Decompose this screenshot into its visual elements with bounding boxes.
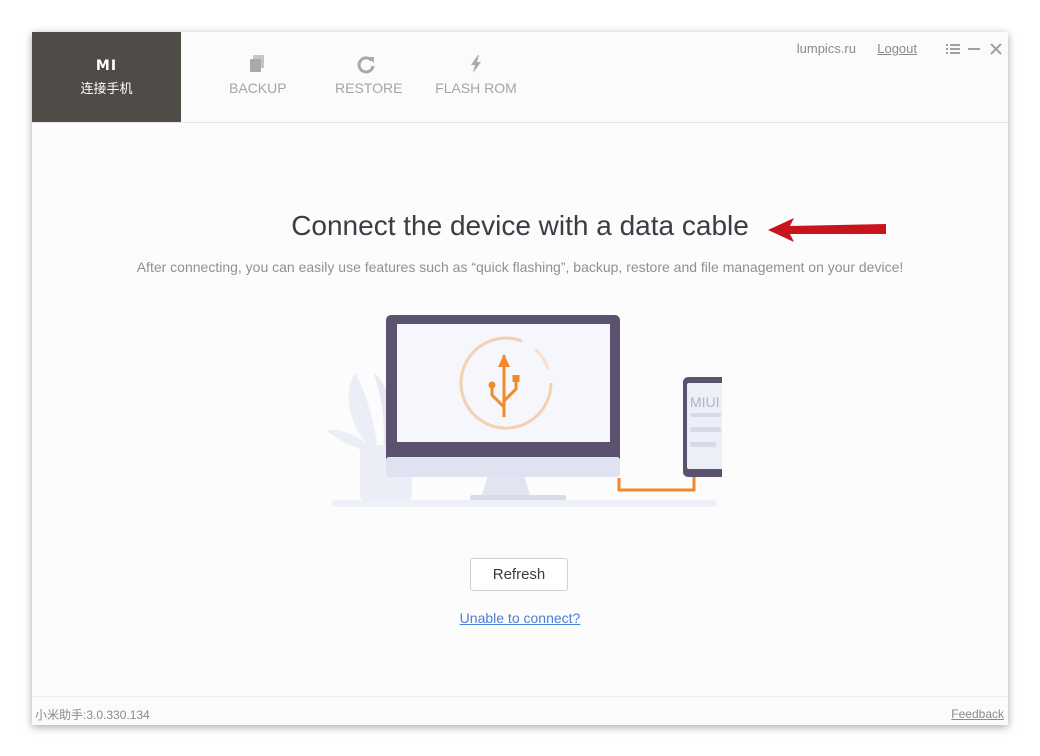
backup-icon	[229, 54, 285, 76]
tab-restore-label: RESTORE	[335, 80, 403, 96]
menu-icon[interactable]	[946, 42, 960, 58]
page-subtitle: After connecting, you can easily use fea…	[136, 259, 904, 275]
user-name: lumpics.ru	[796, 41, 856, 56]
phone-miui-label: MIUI	[690, 394, 720, 410]
tab-restore[interactable]: RESTORE	[335, 54, 402, 96]
feedback-link[interactable]: Feedback	[951, 707, 1004, 721]
tab-backup-label: BACKUP	[229, 80, 287, 96]
refresh-button[interactable]: Refresh	[470, 558, 568, 591]
tab-flash-rom-label: FLASH ROM	[435, 80, 517, 96]
logout-link[interactable]: Logout	[877, 41, 917, 56]
mi-logo: MI	[95, 58, 118, 74]
close-icon[interactable]	[990, 42, 1002, 58]
tab-connect-phone[interactable]: MI 连接手机	[32, 32, 181, 122]
red-arrow-annotation	[768, 218, 886, 242]
restore-icon	[335, 54, 397, 76]
unable-to-connect-link[interactable]: Unable to connect?	[32, 610, 1008, 626]
tab-backup[interactable]: BACKUP	[229, 54, 287, 96]
connect-cable-illustration: MIUI	[327, 315, 722, 507]
tab-flash-rom[interactable]: FLASH ROM	[435, 54, 517, 96]
status-bar: 小米助手:3.0.330.134 Feedback	[32, 696, 1008, 725]
app-window: MI 连接手机 BACKUP RESTORE FLASH ROM lumpics…	[32, 32, 1008, 725]
flash-icon	[435, 54, 517, 76]
top-bar: MI 连接手机 BACKUP RESTORE FLASH ROM lumpics…	[32, 32, 1008, 123]
tab-connect-phone-label: 连接手机	[80, 81, 133, 96]
minimize-icon[interactable]	[968, 42, 980, 58]
version-text: 小米助手:3.0.330.134	[35, 708, 150, 722]
